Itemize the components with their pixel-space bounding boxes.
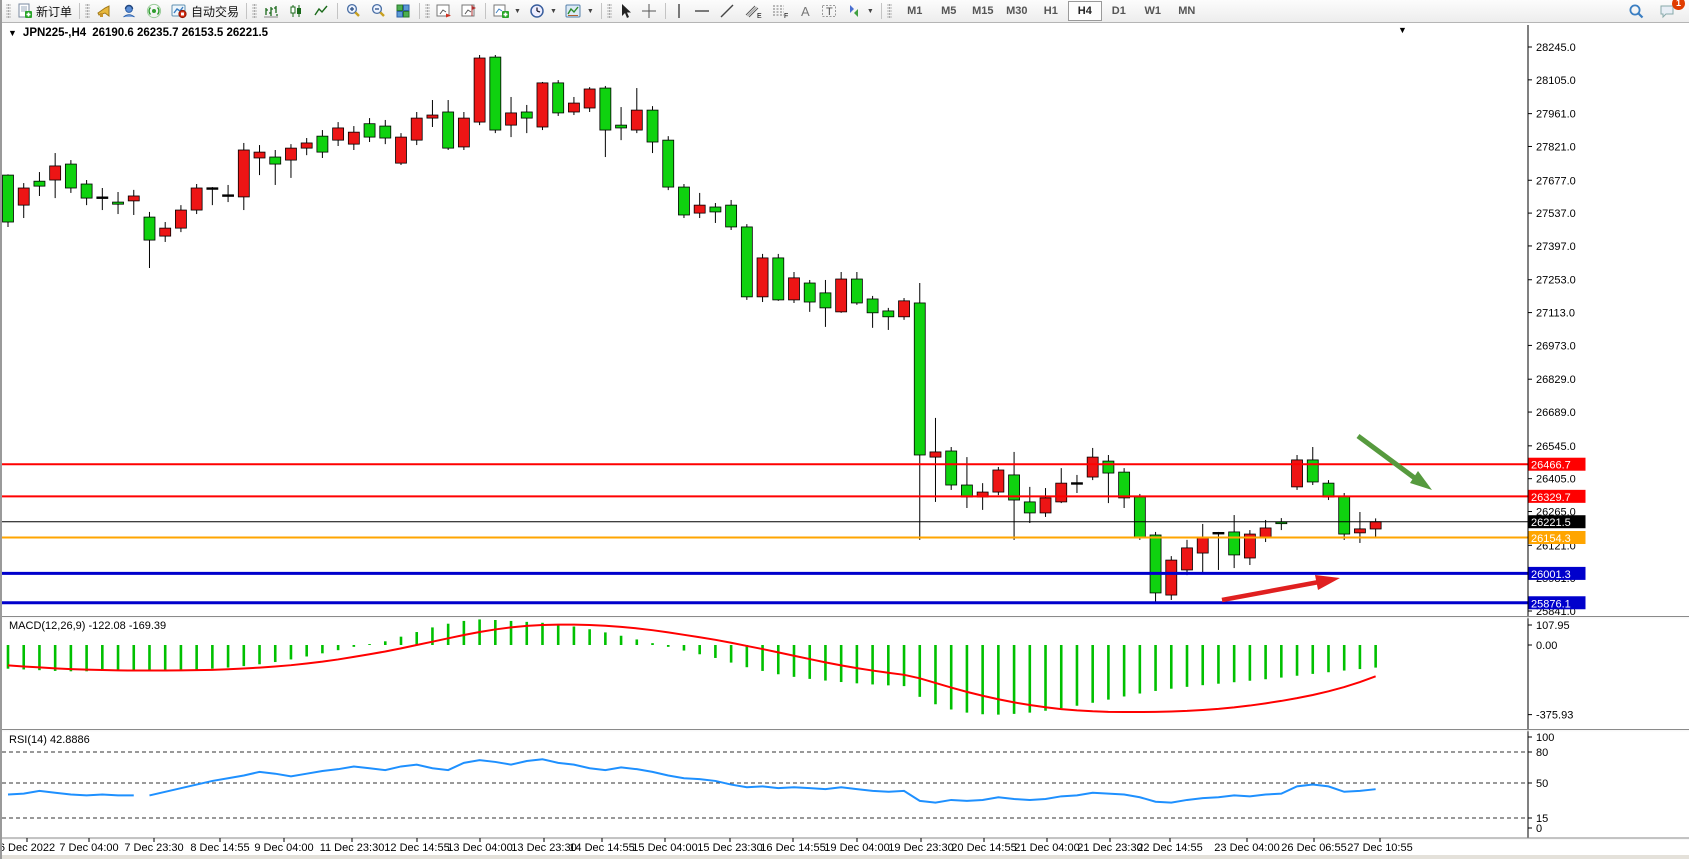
svg-text:25876.1: 25876.1 <box>1531 598 1571 610</box>
svg-text:27677.0: 27677.0 <box>1536 175 1576 187</box>
svg-text:8 Dec 14:55: 8 Dec 14:55 <box>190 842 249 854</box>
svg-text:13 Dec 23:30: 13 Dec 23:30 <box>511 842 576 854</box>
macd-indicator-label: MACD(12,26,9) -122.08 -169.39 <box>9 620 166 632</box>
svg-text:21 Dec 04:00: 21 Dec 04:00 <box>1014 842 1079 854</box>
svg-text:26405.0: 26405.0 <box>1536 474 1576 486</box>
svg-text:26 Dec 06:55: 26 Dec 06:55 <box>1281 842 1346 854</box>
macd-name: MACD(12,26,9) <box>9 620 85 632</box>
chart-shift-marker[interactable]: ▼ <box>1398 25 1407 35</box>
svg-text:21 Dec 23:30: 21 Dec 23:30 <box>1077 842 1142 854</box>
svg-text:26689.0: 26689.0 <box>1536 407 1576 419</box>
svg-text:26001.3: 26001.3 <box>1531 569 1571 581</box>
svg-text:27821.0: 27821.0 <box>1536 141 1576 153</box>
trading-terminal-window: 新订单 <box>0 0 1689 859</box>
svg-text:0.00: 0.00 <box>1536 640 1557 652</box>
svg-text:26329.7: 26329.7 <box>1531 492 1571 504</box>
svg-text:100: 100 <box>1536 732 1554 744</box>
svg-text:80: 80 <box>1536 747 1548 759</box>
svg-text:11 Dec 23:30: 11 Dec 23:30 <box>320 842 385 854</box>
svg-text:7 Dec 04:00: 7 Dec 04:00 <box>59 842 118 854</box>
svg-text:19 Dec 23:30: 19 Dec 23:30 <box>888 842 953 854</box>
svg-text:50: 50 <box>1536 778 1548 790</box>
svg-text:107.95: 107.95 <box>1536 620 1570 632</box>
svg-text:16 Dec 14:55: 16 Dec 14:55 <box>760 842 825 854</box>
macd-values: -122.08 -169.39 <box>88 620 166 632</box>
svg-text:12 Dec 14:55: 12 Dec 14:55 <box>384 842 449 854</box>
svg-text:27 Dec 10:55: 27 Dec 10:55 <box>1347 842 1412 854</box>
svg-text:19 Dec 04:00: 19 Dec 04:00 <box>824 842 889 854</box>
svg-text:26973.0: 26973.0 <box>1536 340 1576 352</box>
svg-text:22 Dec 14:55: 22 Dec 14:55 <box>1137 842 1202 854</box>
svg-text:26829.0: 26829.0 <box>1536 374 1576 386</box>
svg-text:15 Dec 04:00: 15 Dec 04:00 <box>632 842 697 854</box>
svg-text:15 Dec 23:30: 15 Dec 23:30 <box>697 842 762 854</box>
svg-text:27961.0: 27961.0 <box>1536 109 1576 121</box>
svg-text:-375.93: -375.93 <box>1536 710 1573 722</box>
rsi-value: 42.8886 <box>50 734 90 746</box>
svg-text:0: 0 <box>1536 823 1542 835</box>
svg-text:13 Dec 04:00: 13 Dec 04:00 <box>447 842 512 854</box>
svg-text:26466.7: 26466.7 <box>1531 460 1571 472</box>
svg-text:28245.0: 28245.0 <box>1536 42 1576 54</box>
chart-title: ▼ JPN225-,H4 26190.6 26235.7 26153.5 262… <box>8 27 268 39</box>
svg-text:9 Dec 04:00: 9 Dec 04:00 <box>254 842 313 854</box>
rsi-name: RSI(14) <box>9 734 47 746</box>
rsi-indicator-label: RSI(14) 42.8886 <box>9 734 90 746</box>
svg-text:14 Dec 14:55: 14 Dec 14:55 <box>569 842 634 854</box>
svg-text:23 Dec 04:00: 23 Dec 04:00 <box>1214 842 1279 854</box>
chart-canvas[interactable]: 28245.0 28105.0 27961.0 27821.0 27677.0 27537… <box>2 0 1689 859</box>
svg-text:28105.0: 28105.0 <box>1536 75 1576 87</box>
ohlc-values: 26190.6 26235.7 26153.5 26221.5 <box>92 27 268 39</box>
symbol-timeframe: JPN225-,H4 <box>23 27 86 39</box>
svg-text:27397.0: 27397.0 <box>1536 241 1576 253</box>
svg-text:20 Dec 14:55: 20 Dec 14:55 <box>951 842 1016 854</box>
svg-text:26221.5: 26221.5 <box>1531 517 1571 529</box>
svg-text:6 Dec 2022: 6 Dec 2022 <box>2 842 55 854</box>
svg-text:26154.3: 26154.3 <box>1531 533 1571 545</box>
svg-text:26545.0: 26545.0 <box>1536 441 1576 453</box>
svg-text:27113.0: 27113.0 <box>1536 308 1575 320</box>
svg-text:27537.0: 27537.0 <box>1536 208 1576 220</box>
svg-text:7 Dec 23:30: 7 Dec 23:30 <box>124 842 183 854</box>
symbol-dropdown-caret[interactable]: ▼ <box>8 28 17 38</box>
svg-text:27253.0: 27253.0 <box>1536 275 1576 287</box>
